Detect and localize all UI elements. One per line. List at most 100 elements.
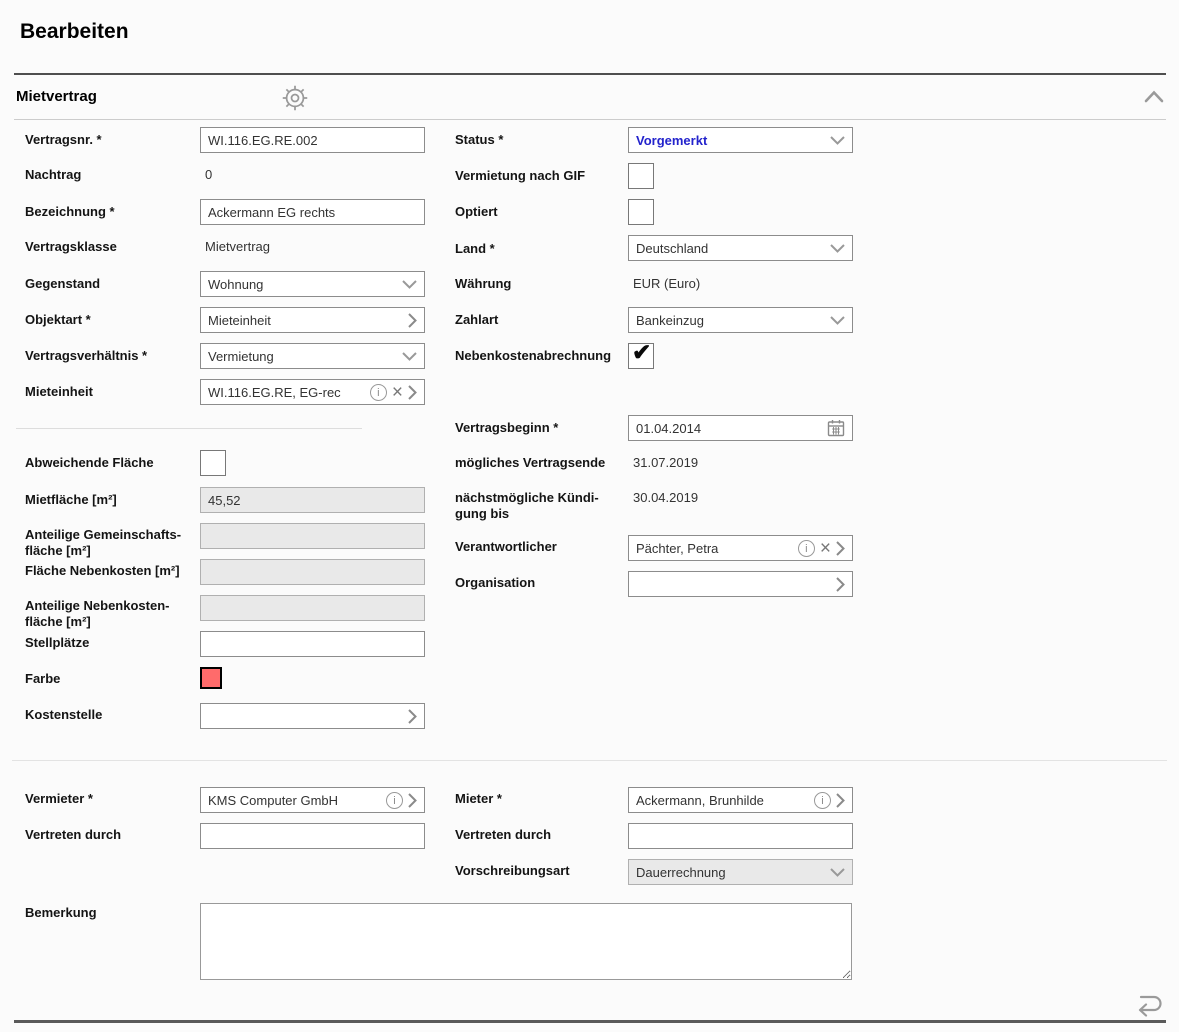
chevron-right-icon[interactable] xyxy=(408,385,417,400)
abweichende-flaeche-checkbox[interactable] xyxy=(200,450,226,476)
clear-icon[interactable]: × xyxy=(820,540,831,557)
vertragsklasse-label: Vertragsklasse xyxy=(25,239,197,255)
status-value: Vorgemerkt xyxy=(636,133,825,148)
vertragsverhaeltnis-select[interactable]: Vermietung xyxy=(200,343,425,369)
zahlart-value: Bankeinzug xyxy=(636,313,825,328)
chevron-down-icon xyxy=(830,136,845,145)
mietvertrag-edit-page: Bearbeiten Mietvertrag Vertragsnr. * Nac… xyxy=(0,0,1179,1032)
chevron-down-icon xyxy=(402,352,417,361)
chevron-right-icon[interactable] xyxy=(408,793,417,808)
chevron-right-icon[interactable] xyxy=(836,793,845,808)
zahlart-label: Zahlart xyxy=(455,312,627,328)
stellplaetze-label: Stellplätze xyxy=(25,635,197,651)
info-icon[interactable]: i xyxy=(798,540,815,557)
kostenstelle-label: Kostenstelle xyxy=(25,707,197,723)
nebenkostenflaeche-input xyxy=(200,595,425,621)
verantwortlicher-value: Pächter, Petra xyxy=(636,541,793,556)
gegenstand-select[interactable]: Wohnung xyxy=(200,271,425,297)
vertragsbeginn-label: Vertragsbeginn * xyxy=(455,420,627,436)
mieteinheit-value: WI.116.EG.RE, EG-rec xyxy=(208,385,365,400)
farbe-swatch[interactable] xyxy=(200,667,222,689)
vermietung-nach-gif-label: Vermietung nach GIF xyxy=(455,168,627,184)
vertragsverhaeltnis-label: Vertragsverhältnis * xyxy=(25,348,197,364)
bezeichnung-label: Bezeichnung * xyxy=(25,204,197,220)
section-title: Mietvertrag xyxy=(16,88,97,105)
verantwortlicher-picker[interactable]: Pächter, Petra i × xyxy=(628,535,853,561)
mietflaeche-input xyxy=(200,487,425,513)
vermieter-vertreten-label: Vertreten durch xyxy=(25,827,197,843)
vertragsbeginn-value: 01.04.2014 xyxy=(636,421,822,436)
status-label: Status * xyxy=(455,132,627,148)
vertragsnr-label: Vertragsnr. * xyxy=(25,132,197,148)
nebenkostenflaeche-label: Anteilige Nebenkosten-fläche [m²] xyxy=(25,598,197,630)
vermieter-label: Vermieter * xyxy=(25,791,197,807)
bemerkung-textarea[interactable] xyxy=(200,903,852,980)
chevron-down-icon xyxy=(830,316,845,325)
mieter-picker[interactable]: Ackermann, Brunhilde i xyxy=(628,787,853,813)
gegenstand-value: Wohnung xyxy=(208,277,397,292)
chevron-right-icon[interactable] xyxy=(836,577,845,592)
gemeinschaftsflaeche-label: Anteilige Gemeinschafts-fläche [m²] xyxy=(25,527,197,559)
optiert-checkbox[interactable] xyxy=(628,199,654,225)
verantwortlicher-label: Verantwortlicher xyxy=(455,539,627,555)
vorschreibungsart-select[interactable]: Dauerrechnung xyxy=(628,859,853,885)
divider xyxy=(12,760,1167,761)
waehrung-value: EUR (Euro) xyxy=(633,276,700,291)
chevron-right-icon[interactable] xyxy=(408,709,417,724)
gemeinschaftsflaeche-input xyxy=(200,523,425,549)
divider xyxy=(14,1020,1166,1023)
mietflaeche-label: Mietfläche [m²] xyxy=(25,492,197,508)
vermieter-vertreten-input[interactable] xyxy=(200,823,425,849)
abweichende-flaeche-label: Abweichende Fläche xyxy=(25,455,197,471)
farbe-label: Farbe xyxy=(25,671,197,687)
mieter-vertreten-input[interactable] xyxy=(628,823,853,849)
vertragsnr-input[interactable] xyxy=(200,127,425,153)
divider xyxy=(16,428,362,429)
land-label: Land * xyxy=(455,241,627,257)
zahlart-select[interactable]: Bankeinzug xyxy=(628,307,853,333)
chevron-right-icon[interactable] xyxy=(408,313,417,328)
flaeche-nebenkosten-label: Fläche Nebenkosten [m²] xyxy=(25,563,197,579)
chevron-down-icon xyxy=(830,868,845,877)
vertragsverhaeltnis-value: Vermietung xyxy=(208,349,397,364)
vermietung-nach-gif-checkbox[interactable] xyxy=(628,163,654,189)
info-icon[interactable]: i xyxy=(370,384,387,401)
chevron-right-icon[interactable] xyxy=(836,541,845,556)
organisation-label: Organisation xyxy=(455,575,627,591)
stellplaetze-input[interactable] xyxy=(200,631,425,657)
land-select[interactable]: Deutschland xyxy=(628,235,853,261)
chevron-down-icon xyxy=(830,244,845,253)
vertragsklasse-value: Mietvertrag xyxy=(205,239,270,254)
objektart-value: Mieteinheit xyxy=(208,313,403,328)
vorschreibungsart-label: Vorschreibungsart xyxy=(455,863,627,879)
chevron-up-icon[interactable] xyxy=(1144,90,1164,108)
vermieter-picker[interactable]: KMS Computer GmbH i xyxy=(200,787,425,813)
bezeichnung-input[interactable] xyxy=(200,199,425,225)
kuendigung-label: nächstmögliche Kündi-gung bis xyxy=(455,490,627,522)
nebenkostenabrechnung-checkbox[interactable]: ✔ xyxy=(628,343,654,369)
kostenstelle-picker[interactable] xyxy=(200,703,425,729)
undo-icon[interactable] xyxy=(1132,990,1165,1023)
objektart-picker[interactable]: Mieteinheit xyxy=(200,307,425,333)
land-value: Deutschland xyxy=(636,241,825,256)
vorschreibungsart-value: Dauerrechnung xyxy=(636,865,825,880)
mieter-vertreten-label: Vertreten durch xyxy=(455,827,627,843)
status-select[interactable]: Vorgemerkt xyxy=(628,127,853,153)
kuendigung-value: 30.04.2019 xyxy=(633,490,698,505)
calendar-icon[interactable] xyxy=(827,419,845,437)
nachtrag-label: Nachtrag xyxy=(25,167,197,183)
mieteinheit-picker[interactable]: WI.116.EG.RE, EG-rec i × xyxy=(200,379,425,405)
info-icon[interactable]: i xyxy=(814,792,831,809)
bemerkung-label: Bemerkung xyxy=(25,905,197,921)
info-icon[interactable]: i xyxy=(386,792,403,809)
objektart-label: Objektart * xyxy=(25,312,197,328)
waehrung-label: Währung xyxy=(455,276,627,292)
clear-icon[interactable]: × xyxy=(392,384,403,401)
chevron-down-icon xyxy=(402,280,417,289)
organisation-picker[interactable] xyxy=(628,571,853,597)
page-title: Bearbeiten xyxy=(20,20,129,44)
gear-icon[interactable] xyxy=(281,84,309,117)
vertragsende-value: 31.07.2019 xyxy=(633,455,698,470)
nebenkostenabrechnung-label: Nebenkostenabrechnung xyxy=(455,348,627,364)
vertragsbeginn-input[interactable]: 01.04.2014 xyxy=(628,415,853,441)
